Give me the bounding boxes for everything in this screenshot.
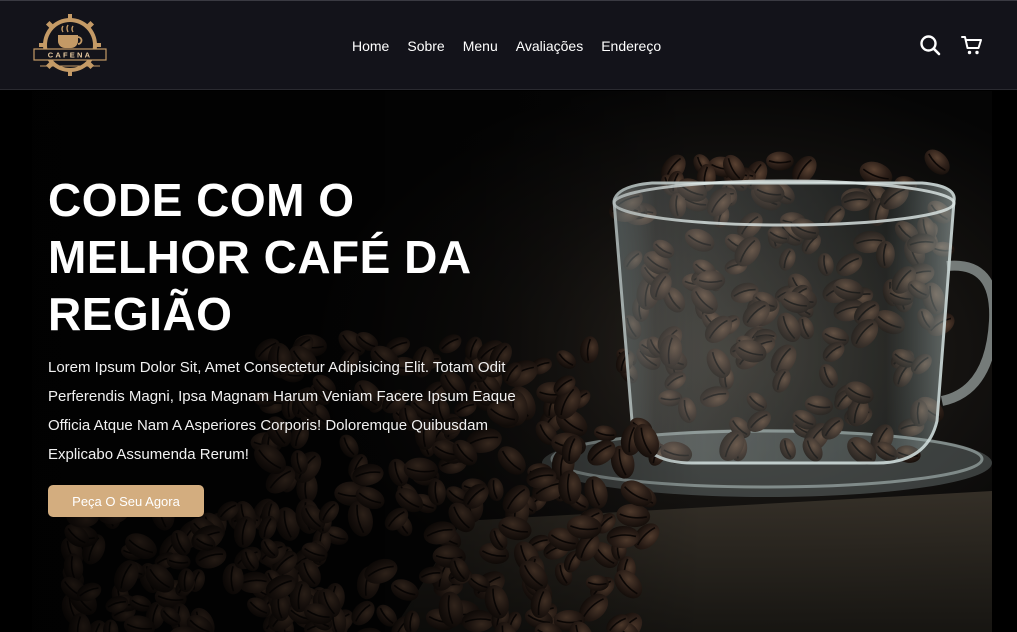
nav-home[interactable]: Home xyxy=(352,38,389,54)
cart-icon[interactable] xyxy=(961,34,983,56)
search-icon[interactable] xyxy=(919,34,941,56)
hero-description: Lorem Ipsum Dolor Sit, Amet Consectetur … xyxy=(48,359,516,463)
nav-avaliacoes[interactable]: Avaliações xyxy=(516,38,583,54)
hero-title: CODE COM O MELHOR CAFÉ DA REGIÃO xyxy=(48,174,470,340)
nav-endereco[interactable]: Endereço xyxy=(601,38,661,54)
main-nav: Home Sobre Menu Avaliações Endereço xyxy=(352,38,661,54)
order-now-button[interactable]: Peça O Seu Agora xyxy=(48,485,204,517)
nav-sobre[interactable]: Sobre xyxy=(407,38,444,54)
page: CAFENA Home Sobre Menu Avaliações Endere… xyxy=(0,0,1017,632)
site-header: CAFENA Home Sobre Menu Avaliações Endere… xyxy=(0,0,1017,90)
nav-menu[interactable]: Menu xyxy=(463,38,498,54)
logo-text: CAFENA xyxy=(48,51,92,60)
cafena-logo[interactable]: CAFENA xyxy=(30,11,110,79)
